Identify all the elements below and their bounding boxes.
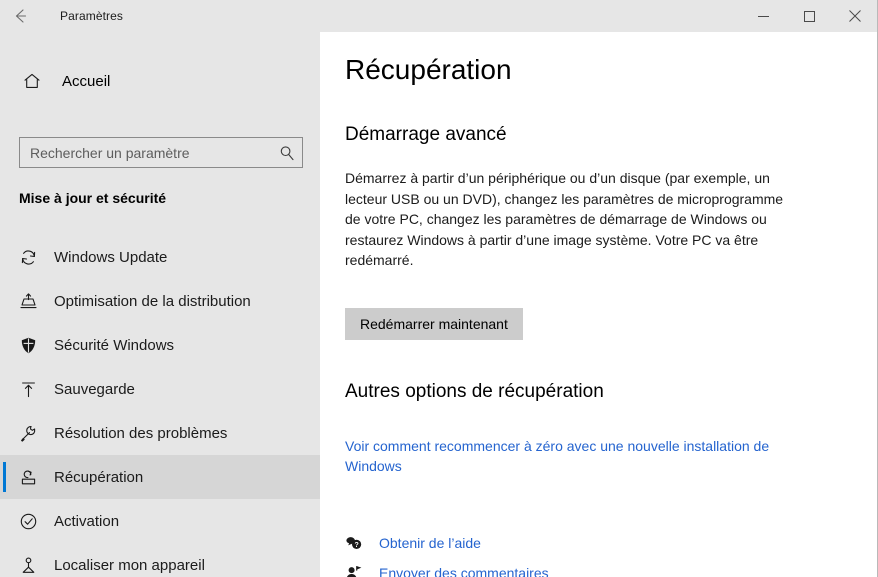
shield-icon [16,336,40,355]
sidebar-section-title: Mise à jour et sécurité [19,190,166,206]
sidebar-item-label: Optimisation de la distribution [54,293,251,310]
sync-icon [16,248,40,267]
advanced-startup-description: Démarrez à partir d’un périphérique ou d… [345,168,800,271]
close-button[interactable] [832,0,878,32]
sidebar-item-delivery-optimization[interactable]: Optimisation de la distribution [0,279,320,323]
help-links: ? Obtenir de l’aide Envoyer des commenta… [343,528,549,577]
maximize-button[interactable] [786,0,832,32]
help-question-bubble-icon: ? [343,534,365,552]
sidebar-item-activation[interactable]: Activation [0,499,320,543]
sidebar: Accueil Mise à jour et sécurité [0,32,320,577]
get-help-row[interactable]: ? Obtenir de l’aide [343,528,549,558]
sidebar-item-backup[interactable]: Sauvegarde [0,367,320,411]
sidebar-item-label: Récupération [54,469,143,486]
sidebar-item-home-label: Accueil [62,73,110,90]
sidebar-item-label: Sauvegarde [54,381,135,398]
get-help-link[interactable]: Obtenir de l’aide [379,533,481,553]
back-button[interactable] [0,0,40,32]
page-title: Récupération [345,54,512,86]
recovery-icon [16,468,40,487]
sidebar-item-troubleshoot[interactable]: Résolution des problèmes [0,411,320,455]
other-recovery-options-heading: Autres options de récupération [345,381,604,403]
advanced-startup-heading: Démarrage avancé [345,124,507,146]
minimize-button[interactable] [740,0,786,32]
sidebar-item-label: Sécurité Windows [54,337,174,354]
reset-pc-link[interactable]: Voir comment recommencer à zéro avec une… [345,436,795,476]
home-icon [14,71,50,91]
sidebar-item-label: Localiser mon appareil [54,557,205,574]
search-input[interactable] [20,138,272,167]
sidebar-item-find-my-device[interactable]: Localiser mon appareil [0,543,320,577]
search-box[interactable] [19,137,303,168]
sidebar-item-windows-security[interactable]: Sécurité Windows [0,323,320,367]
backup-upload-icon [16,380,40,399]
sidebar-item-label: Windows Update [54,249,167,266]
wrench-icon [16,424,40,443]
sidebar-item-label: Résolution des problèmes [54,425,227,442]
main-content: Récupération Démarrage avancé Démarrez à… [320,32,877,577]
send-feedback-link[interactable]: Envoyer des commentaires [379,563,549,577]
sidebar-item-label: Activation [54,513,119,530]
sidebar-nav: Windows Update Optimisation de la distri… [0,235,320,577]
check-circle-icon [16,512,40,531]
sidebar-item-windows-update[interactable]: Windows Update [0,235,320,279]
restart-now-button[interactable]: Redémarrer maintenant [345,308,523,340]
app-title: Paramètres [60,9,123,23]
send-feedback-row[interactable]: Envoyer des commentaires [343,558,549,577]
sidebar-item-recovery[interactable]: Récupération [0,455,320,499]
window-controls [740,0,878,32]
sidebar-item-home[interactable]: Accueil [0,61,320,101]
find-device-icon [16,556,40,575]
search-icon[interactable] [272,145,302,161]
delivery-optimization-icon [16,292,40,311]
svg-text:?: ? [354,542,358,549]
title-bar: Paramètres [0,0,878,32]
settings-window: Paramètres Accueil [0,0,878,577]
feedback-person-icon [343,564,365,577]
